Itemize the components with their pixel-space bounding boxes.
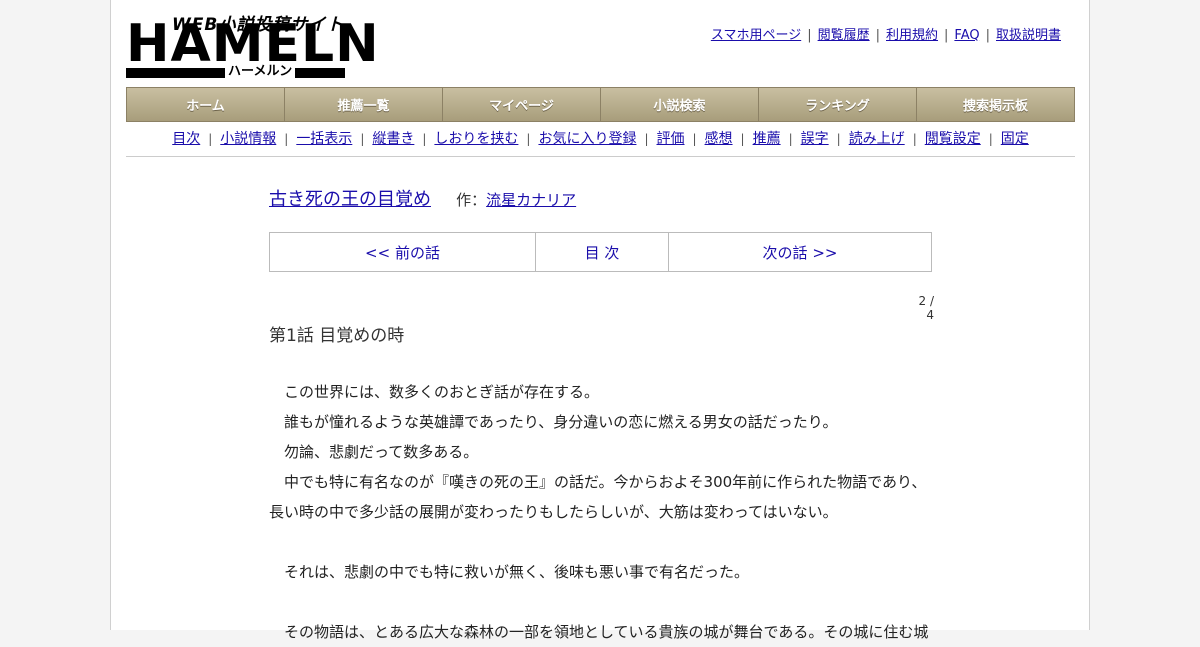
separator: | xyxy=(875,28,880,43)
separator: | xyxy=(836,132,841,146)
top-link-manual[interactable]: 取扱説明書 xyxy=(996,28,1061,43)
separator: | xyxy=(422,132,427,146)
body-paragraph: 勿論、悲劇だって数多ある。 xyxy=(269,443,479,461)
separator: | xyxy=(740,132,745,146)
separator: | xyxy=(644,132,649,146)
subnav-favorite[interactable]: お気に入り登録 xyxy=(538,131,636,147)
author-link[interactable]: 流星カナリア xyxy=(486,191,576,209)
novel-title-link[interactable]: 古き死の王の目覚め xyxy=(269,189,431,210)
subnav-comments[interactable]: 感想 xyxy=(705,131,733,147)
toc-link[interactable]: 目 次 xyxy=(536,233,669,271)
nav-recommend-list[interactable]: 推薦一覧 xyxy=(285,88,443,121)
top-link-history[interactable]: 閲覧履歴 xyxy=(818,28,870,43)
separator: | xyxy=(526,132,531,146)
body-paragraph: 中でも特に有名なのが『嘆きの死の王』の話だ。今からおよそ300年前に作られた物語… xyxy=(269,473,927,521)
episode-pager: << 前の話 目 次 次の話 >> xyxy=(269,232,932,272)
separator: | xyxy=(944,28,949,43)
subnav-toc[interactable]: 目次 xyxy=(172,131,200,147)
top-link-smartphone[interactable]: スマホ用ページ xyxy=(711,28,801,43)
separator: | xyxy=(912,132,917,146)
novel-header: 古き死の王の目覚め 作：流星カナリア xyxy=(269,185,576,211)
global-nav: ホーム 推薦一覧 マイページ 小説検索 ランキング 捜索掲示板 xyxy=(126,87,1075,122)
body-paragraph: この世界には、数多くのおとぎ話が存在する。 xyxy=(269,383,600,401)
hameln-logo[interactable]: WEB小説投稿サイト HAMELN ハーメルン xyxy=(126,10,379,80)
body-paragraph: 誰もが憧れるような英雄譚であったり、身分違いの恋に燃える男女の話だったり。 xyxy=(269,413,838,431)
subnav-vertical[interactable]: 縦書き xyxy=(372,131,414,147)
novel-body: この世界には、数多くのおとぎ話が存在する。 誰もが憧れるような英雄譚であったり、… xyxy=(269,377,934,647)
separator: | xyxy=(360,132,365,146)
subnav-rating[interactable]: 評価 xyxy=(657,131,685,147)
top-links: スマホ用ページ | 閲覧履歴 | 利用規約 | FAQ | 取扱説明書 xyxy=(711,24,1061,43)
separator: | xyxy=(692,132,697,146)
subnav-novel-info[interactable]: 小説情報 xyxy=(220,131,276,147)
subnav-read-aloud[interactable]: 読み上げ xyxy=(849,131,905,147)
separator: | xyxy=(988,132,993,146)
subnav-view-settings[interactable]: 閲覧設定 xyxy=(925,131,981,147)
chapter-title: 第1話 目覚めの時 xyxy=(269,326,405,346)
subnav-show-all[interactable]: 一括表示 xyxy=(296,131,352,147)
novel-sub-nav: 目次 | 小説情報 | 一括表示 | 縦書き | しおりを挟む | お気に入り登録 | 評価 | 感想 | 推薦… xyxy=(126,128,1075,157)
author-label: 作： xyxy=(456,191,487,209)
nav-ranking[interactable]: ランキング xyxy=(759,88,917,121)
top-link-faq[interactable]: FAQ xyxy=(954,28,979,43)
nav-search-board[interactable]: 捜索掲示板 xyxy=(917,88,1074,121)
subnav-recommend[interactable]: 推薦 xyxy=(753,131,781,147)
subnav-bookmark[interactable]: しおりを挟む xyxy=(434,131,518,147)
nav-novel-search[interactable]: 小説検索 xyxy=(601,88,759,121)
prev-episode-link[interactable]: << 前の話 xyxy=(270,233,536,271)
body-paragraph: それは、悲劇の中でも特に救いが無く、後味も悪い事で有名だった。 xyxy=(269,563,750,581)
separator: | xyxy=(807,28,812,43)
page-counter: 2 / 4 xyxy=(918,294,935,322)
nav-mypage[interactable]: マイページ xyxy=(443,88,601,121)
top-link-terms[interactable]: 利用規約 xyxy=(886,28,938,43)
logo-kana: ハーメルン xyxy=(225,65,296,79)
page-container: WEB小説投稿サイト HAMELN ハーメルン スマホ用ページ | 閲覧履歴 | 利用規… xyxy=(110,0,1090,641)
separator: | xyxy=(788,132,793,146)
next-episode-link[interactable]: 次の話 >> xyxy=(669,233,931,271)
separator: | xyxy=(208,132,213,146)
separator: | xyxy=(284,132,289,146)
subnav-pin[interactable]: 固定 xyxy=(1001,131,1029,147)
nav-home[interactable]: ホーム xyxy=(127,88,285,121)
body-paragraph: その物語は、とある広大な森林の一部を領地としている貴族の城が舞台である。その城に… xyxy=(269,623,929,641)
subnav-typo[interactable]: 誤字 xyxy=(801,131,829,147)
separator: | xyxy=(985,28,990,43)
